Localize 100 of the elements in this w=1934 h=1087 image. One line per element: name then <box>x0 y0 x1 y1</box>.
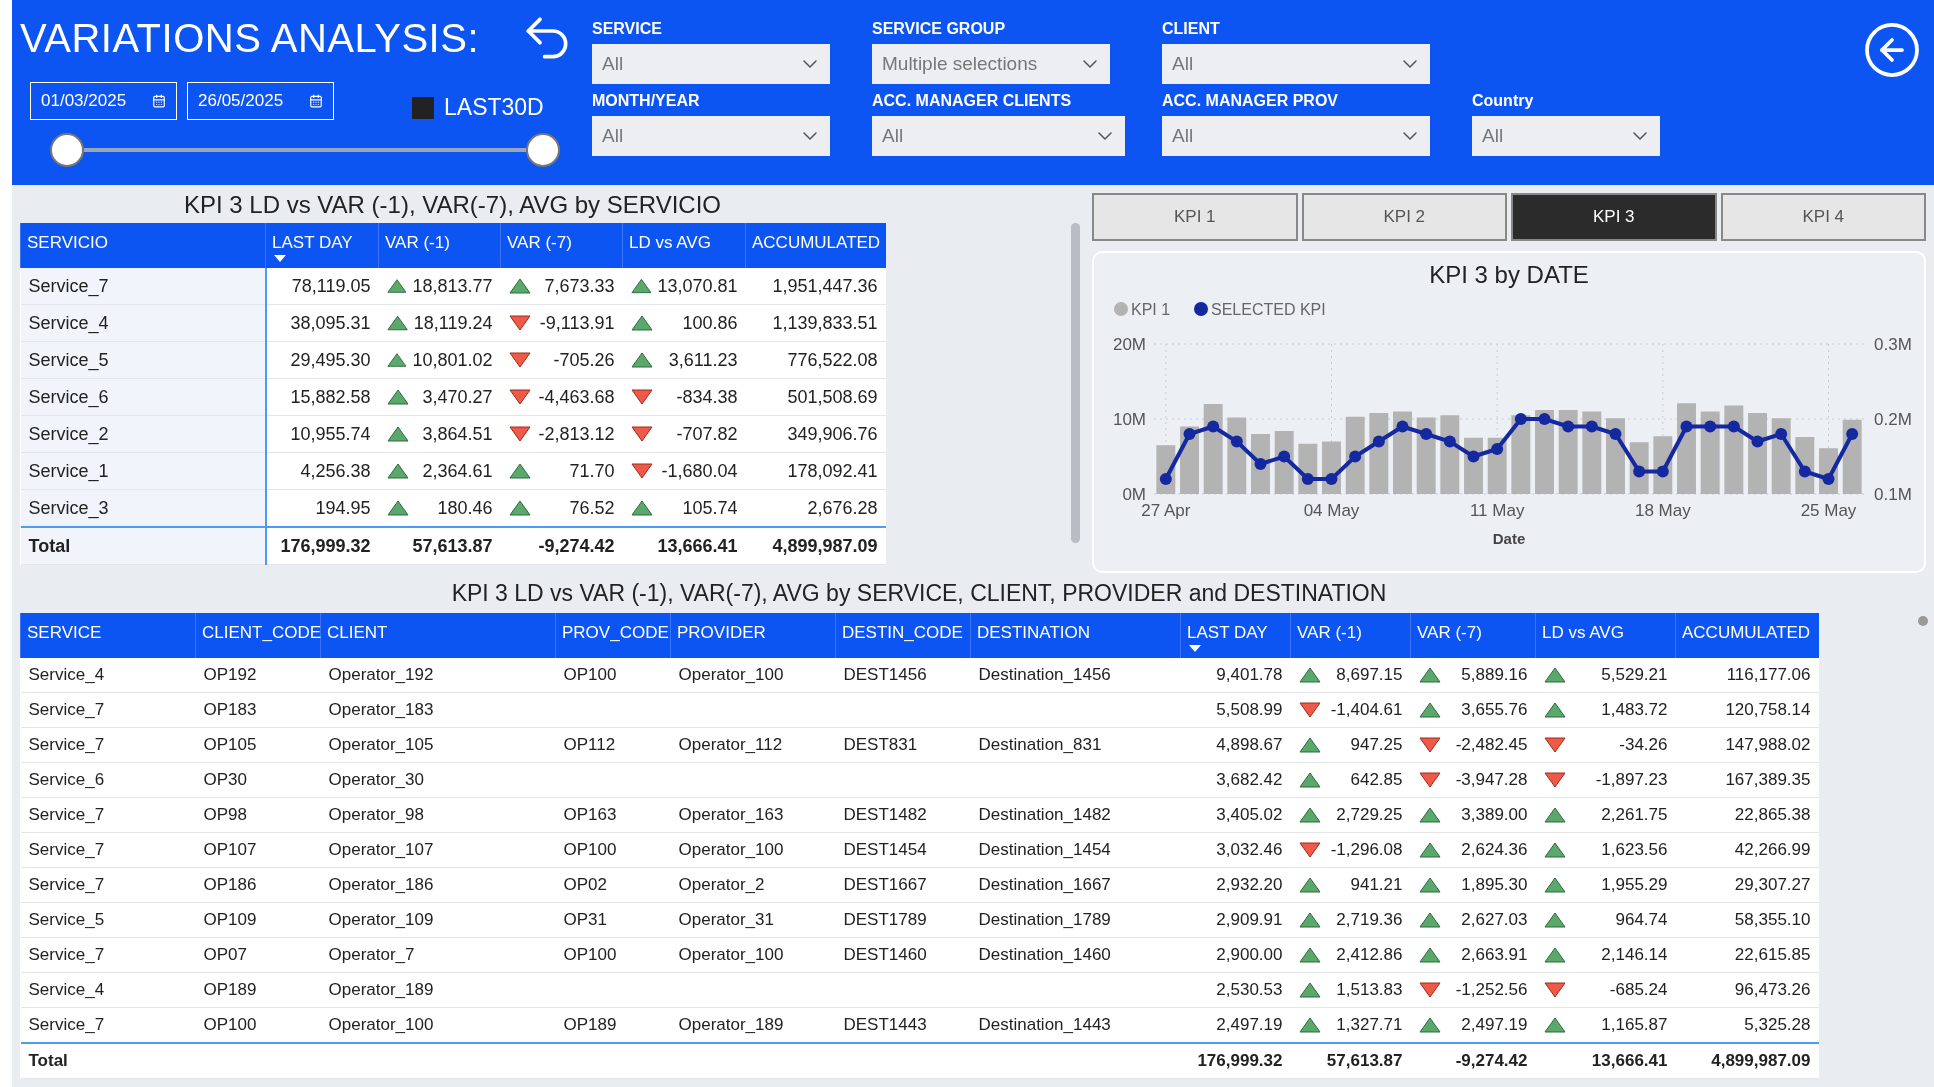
point <box>1656 465 1669 478</box>
date-field[interactable]: 01/03/2025 <box>30 81 177 120</box>
point <box>1680 420 1693 433</box>
column-header[interactable]: LD vs AVG <box>622 223 746 268</box>
column-header[interactable]: SERVICE <box>20 613 196 658</box>
total-cell: 13,666.41 <box>1535 1043 1676 1079</box>
axis-title: Date <box>1492 530 1526 547</box>
table-cell: -707.82 <box>622 415 746 453</box>
slider-handle[interactable] <box>50 133 84 167</box>
column-header[interactable]: PROVIDER <box>670 613 836 658</box>
table-cell: 2,261.75 <box>1535 797 1676 833</box>
table-cell: Destination_1456 <box>970 658 1181 693</box>
table-cell: 116,177.06 <box>1675 658 1819 693</box>
table-cell: 2,627.03 <box>1410 902 1536 938</box>
kpi-tab[interactable]: KPI 3 <box>1511 193 1717 241</box>
point <box>1278 450 1291 463</box>
table-cell: Operator_105 <box>320 727 556 763</box>
table-cell: -685.24 <box>1535 972 1676 1008</box>
table-cell: Service_1 <box>20 452 266 490</box>
point <box>1325 473 1338 485</box>
column-header[interactable]: ACCUMULATED <box>745 223 886 268</box>
total-cell: 4,899,987.09 <box>1675 1043 1819 1079</box>
axis-label: 0.3M <box>1874 335 1912 354</box>
dropdown[interactable]: All <box>1162 116 1430 156</box>
table-cell: -1,680.04 <box>622 452 746 490</box>
total-cell: Total <box>20 527 266 565</box>
axis-label: 11 May <box>1469 501 1525 520</box>
table-cell: 2,909.91 <box>1180 902 1291 938</box>
table-cell: 18,813.77 <box>378 268 501 305</box>
column-header[interactable]: LD vs AVG <box>1535 613 1676 658</box>
checkbox[interactable] <box>412 96 434 119</box>
column-header[interactable]: LAST DAY <box>265 223 379 268</box>
column-header[interactable]: LAST DAY <box>1180 613 1291 658</box>
dropdown[interactable]: All <box>1472 116 1660 156</box>
dropdown[interactable]: All <box>1162 44 1430 84</box>
calendar-icon <box>152 93 166 108</box>
table-cell: OP112 <box>555 727 671 763</box>
table-cell: OP189 <box>555 1007 671 1043</box>
table-cell: 2,676.28 <box>745 489 886 527</box>
table-cell: 4,256.38 <box>265 452 379 490</box>
table-cell: 76.52 <box>500 489 623 527</box>
scrollbar[interactable] <box>1071 223 1080 543</box>
kpi-tab[interactable]: KPI 1 <box>1092 193 1298 241</box>
table-cell: -2,482.45 <box>1410 727 1536 763</box>
point <box>1727 420 1740 433</box>
column-header[interactable]: DESTIN_CODE <box>835 613 971 658</box>
point <box>1514 413 1527 425</box>
date-field[interactable]: 26/05/2025 <box>187 81 334 120</box>
back-button[interactable] <box>1862 20 1922 80</box>
total-cell: 4,899,987.09 <box>745 527 886 565</box>
table-cell: 96,473.26 <box>1675 972 1819 1008</box>
dropdown[interactable]: All <box>872 116 1125 156</box>
table-cell: OP100 <box>555 937 671 973</box>
kpi-tab[interactable]: KPI 4 <box>1720 193 1926 241</box>
table-cell: OP100 <box>555 658 671 693</box>
kpi-tab[interactable]: KPI 2 <box>1301 193 1507 241</box>
total-cell: 57,613.87 <box>1290 1043 1411 1079</box>
column-header[interactable]: PROV_CODE <box>555 613 671 658</box>
column-header[interactable]: CLIENT <box>320 613 556 658</box>
table-cell: 3,470.27 <box>378 378 501 416</box>
table-cell: Service_4 <box>20 658 196 693</box>
table-cell: 941.21 <box>1290 867 1411 903</box>
column-header[interactable]: DESTINATION <box>970 613 1181 658</box>
point <box>1349 450 1362 463</box>
table-cell: Operator_107 <box>320 832 556 868</box>
point <box>1538 413 1551 425</box>
column-header[interactable]: VAR (-7) <box>1410 613 1536 658</box>
column-header[interactable]: VAR (-1) <box>378 223 501 268</box>
total-cell: -9,274.42 <box>1410 1043 1536 1079</box>
table-cell: 2,146.14 <box>1535 937 1676 973</box>
column-header[interactable]: CLIENT_CODE <box>195 613 321 658</box>
table-cell: Operator_189 <box>670 1007 836 1043</box>
slider-handle[interactable] <box>526 133 560 167</box>
table-cell: 194.95 <box>265 489 379 527</box>
table-cell: DEST1454 <box>835 832 971 868</box>
table-cell: Operator_163 <box>670 797 836 833</box>
scrollbar[interactable] <box>1918 616 1928 626</box>
table-cell: OP07 <box>195 937 321 973</box>
dropdown[interactable]: All <box>592 116 830 156</box>
column-header[interactable]: ACCUMULATED <box>1675 613 1819 658</box>
table-cell: Operator_186 <box>320 867 556 903</box>
column-header[interactable]: VAR (-1) <box>1290 613 1411 658</box>
table-cell: OP02 <box>555 867 671 903</box>
point <box>1207 420 1220 433</box>
table-cell: DEST1460 <box>835 937 971 973</box>
table-cell: Service_4 <box>20 972 196 1008</box>
table-cell: 3,864.51 <box>378 415 501 453</box>
dropdown[interactable]: All <box>592 44 830 84</box>
table-title: KPI 3 LD vs VAR (-1), VAR(-7), AVG by SERVICIO <box>183 190 722 220</box>
axis-label: 25 May <box>1800 501 1857 520</box>
column-header[interactable]: VAR (-7) <box>500 223 623 268</box>
table-cell: 147,988.02 <box>1675 727 1819 763</box>
table-cell: 22,865.38 <box>1675 797 1819 833</box>
column-header[interactable]: SERVICIO <box>20 223 266 268</box>
axis-label: 04 May <box>1303 501 1360 520</box>
dropdown[interactable]: Multiple selections <box>872 44 1110 84</box>
table-cell: 100.86 <box>622 304 746 342</box>
table-cell: -34.26 <box>1535 727 1676 763</box>
total-cell: 176,999.32 <box>265 527 379 565</box>
table-cell: Service_7 <box>20 797 196 833</box>
